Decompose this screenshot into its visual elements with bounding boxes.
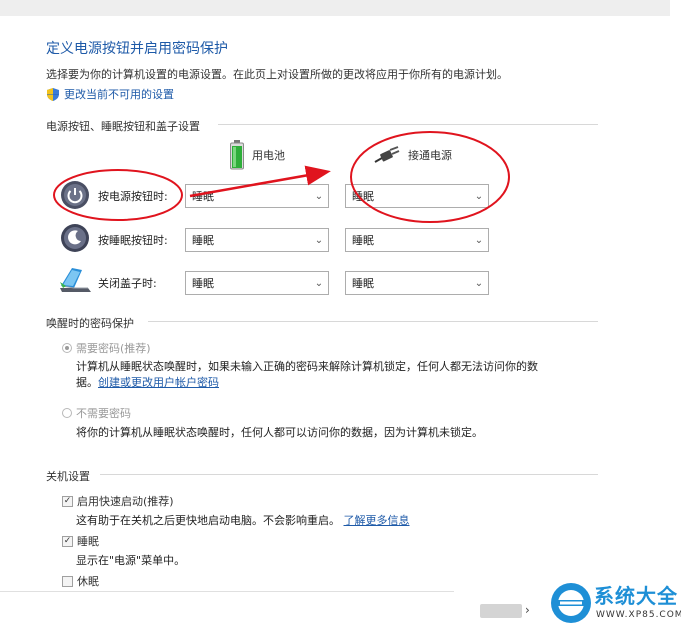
hibernate-checkbox[interactable]: 休眠 xyxy=(62,573,99,589)
chevron-down-icon: ⌄ xyxy=(314,190,324,202)
chevron-down-icon: ⌄ xyxy=(314,234,324,246)
chevron-down-icon: ⌄ xyxy=(474,277,484,289)
site-logo: 系统大全 WWW.XP85.COM xyxy=(548,578,681,629)
require-password-label: 需要密码(推荐) xyxy=(76,342,151,355)
chevron-down-icon: ⌄ xyxy=(314,277,324,289)
page-description: 选择要为你的计算机设置的电源设置。在此页上对设置所做的更改将应用于你所有的电源计… xyxy=(46,68,508,81)
no-password-radio[interactable]: 不需要密码 xyxy=(62,405,131,421)
learn-more-link[interactable]: 了解更多信息 xyxy=(344,514,410,527)
no-password-label: 不需要密码 xyxy=(76,407,131,420)
page-title: 定义电源按钮并启用密码保护 xyxy=(46,41,228,57)
change-settings-label: 更改当前不可用的设置 xyxy=(64,88,174,101)
close-lid-label: 关闭盖子时: xyxy=(98,277,157,290)
select-value: 睡眠 xyxy=(192,234,214,247)
chevron-down-icon: ⌄ xyxy=(474,190,484,202)
power-button-icon xyxy=(61,181,89,209)
close-lid-plugged-select[interactable]: 睡眠 ⌄ xyxy=(345,271,489,295)
logo-url: WWW.XP85.COM xyxy=(596,610,681,620)
desc-text: 据。 xyxy=(76,376,98,389)
radio-button xyxy=(62,343,72,353)
hibernate-label: 休眠 xyxy=(77,575,99,588)
logo-globe-icon xyxy=(551,583,591,623)
power-buttons-section-title: 电源按钮、睡眠按钮和盖子设置 xyxy=(46,120,200,133)
power-plug-icon xyxy=(374,146,400,163)
select-value: 睡眠 xyxy=(192,190,214,203)
checkbox-unchecked-icon xyxy=(62,575,73,587)
laptop-lid-icon xyxy=(60,268,91,292)
checkbox-checked-icon: ✓ xyxy=(62,535,73,547)
create-password-link[interactable]: 创建或更改用户帐户密码 xyxy=(98,376,219,389)
plugged-column-header: 接通电源 xyxy=(374,146,452,164)
blurred-button[interactable] xyxy=(480,604,522,618)
radio-button xyxy=(62,408,72,418)
section-divider xyxy=(148,321,598,322)
section-divider xyxy=(218,124,598,125)
select-value: 睡眠 xyxy=(352,277,374,290)
require-password-desc: 计算机从睡眠状态唤醒时，如果未输入正确的密码来解除计算机锁定，任何人都无法访问你… xyxy=(76,360,538,373)
close-lid-battery-select[interactable]: 睡眠 ⌄ xyxy=(185,271,329,295)
footer-divider xyxy=(0,591,454,592)
sleep-checkbox[interactable]: ✓ 睡眠 xyxy=(62,533,99,549)
require-password-radio[interactable]: 需要密码(推荐) xyxy=(62,340,151,356)
sleep-button-plugged-select[interactable]: 睡眠 ⌄ xyxy=(345,228,489,252)
select-value: 睡眠 xyxy=(352,234,374,247)
fast-startup-checkbox[interactable]: ✓ 启用快速启动(推荐) xyxy=(62,493,174,509)
fast-startup-label: 启用快速启动(推荐) xyxy=(77,495,174,508)
sleep-button-label: 按睡眠按钮时: xyxy=(98,234,168,247)
fast-startup-desc: 这有助于在关机之后更快地启动电脑。不会影响重启。 xyxy=(76,514,340,527)
sleep-label: 睡眠 xyxy=(77,535,99,548)
require-password-desc-line2: 据。创建或更改用户帐户密码 xyxy=(76,374,219,390)
battery-column-header: 用电池 xyxy=(230,140,285,170)
chevron-down-icon: ⌄ xyxy=(474,234,484,246)
battery-icon xyxy=(230,140,244,170)
power-button-battery-select[interactable]: 睡眠 ⌄ xyxy=(185,184,329,208)
sleep-button-battery-select[interactable]: 睡眠 ⌄ xyxy=(185,228,329,252)
plugged-label: 接通电源 xyxy=(408,149,452,162)
shutdown-section-title: 关机设置 xyxy=(46,470,90,483)
select-value: 睡眠 xyxy=(352,190,374,203)
top-bar xyxy=(0,0,670,16)
select-value: 睡眠 xyxy=(192,277,214,290)
checkbox-checked-icon: ✓ xyxy=(62,495,73,507)
change-settings-link[interactable]: 更改当前不可用的设置 xyxy=(46,86,174,102)
sleep-desc: 显示在"电源"菜单中。 xyxy=(76,554,186,567)
power-button-label: 按电源按钮时: xyxy=(98,190,168,203)
section-divider xyxy=(100,474,598,475)
logo-text: 系统大全 xyxy=(594,584,678,608)
chevron-right-icon: › xyxy=(525,603,530,617)
no-password-desc: 将你的计算机从睡眠状态唤醒时，任何人都可以访问你的数据，因为计算机未锁定。 xyxy=(76,426,483,439)
battery-label: 用电池 xyxy=(252,149,285,162)
fast-startup-desc-line: 这有助于在关机之后更快地启动电脑。不会影响重启。 了解更多信息 xyxy=(76,512,410,528)
password-section-title: 唤醒时的密码保护 xyxy=(46,317,134,330)
sleep-button-icon xyxy=(61,224,89,252)
power-button-plugged-select[interactable]: 睡眠 ⌄ xyxy=(345,184,489,208)
uac-shield-icon xyxy=(47,87,59,101)
